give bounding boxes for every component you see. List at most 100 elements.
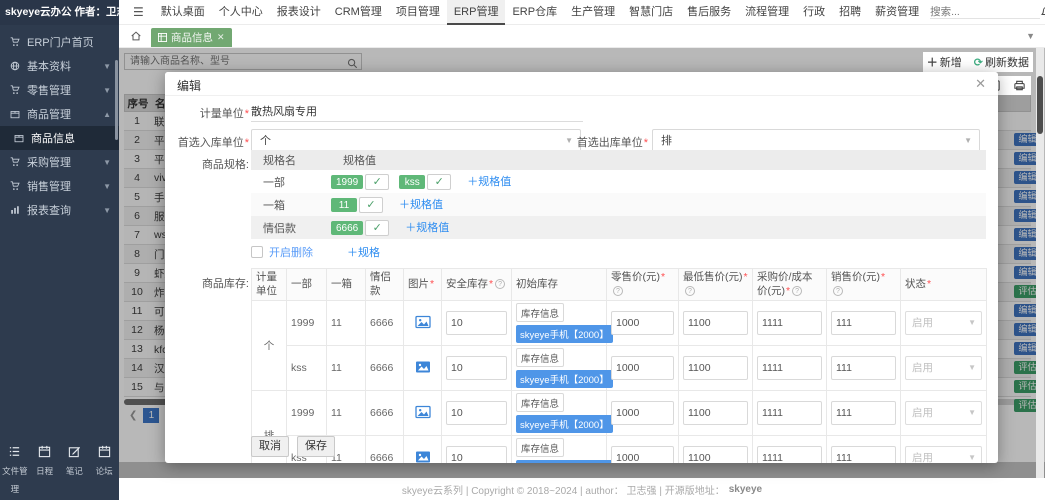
- print-icon[interactable]: [1013, 79, 1026, 92]
- check-icon[interactable]: ✓: [359, 197, 383, 213]
- nav-item-默认桌面[interactable]: 默认桌面: [154, 0, 212, 25]
- quick-笔记[interactable]: 笔记: [60, 445, 90, 497]
- check-icon[interactable]: ✓: [427, 174, 451, 190]
- retail-price-input[interactable]: [611, 446, 674, 463]
- min-price-input[interactable]: [683, 356, 748, 380]
- sale-price-input[interactable]: [831, 446, 896, 463]
- retail-price-input[interactable]: [611, 311, 674, 335]
- sale-price-input[interactable]: [831, 356, 896, 380]
- warehouse-badge[interactable]: skyeye手机【2000】: [516, 370, 613, 388]
- sidebar-item-销售管理[interactable]: 销售管理▼: [0, 174, 119, 198]
- add-button[interactable]: ＋新增: [927, 54, 962, 70]
- sidebar-item-零售管理[interactable]: 零售管理▼: [0, 78, 119, 102]
- warehouse-badge[interactable]: skyeye手机【2000】: [516, 460, 613, 463]
- enable-delete-label: 开启删除: [269, 244, 313, 260]
- warehouse-badge[interactable]: skyeye手机【2000】: [516, 325, 613, 343]
- cancel-button[interactable]: 取消: [251, 436, 289, 457]
- cost-price-input[interactable]: [757, 401, 822, 425]
- nav-item-ERP仓库[interactable]: ERP仓库: [505, 0, 564, 25]
- stock-info-button[interactable]: 库存信息: [516, 438, 564, 457]
- image-outline-icon[interactable]: [415, 410, 431, 422]
- sale-price-input[interactable]: [831, 311, 896, 335]
- unit-input[interactable]: [251, 101, 583, 122]
- check-icon[interactable]: ✓: [365, 220, 389, 236]
- hamburger-icon[interactable]: ☰: [119, 5, 154, 19]
- nav-item-CRM管理[interactable]: CRM管理: [328, 0, 389, 25]
- close-icon[interactable]: ✕: [975, 76, 986, 92]
- sidebar-item-label: ERP门户首页: [27, 34, 94, 50]
- collapse-caret-icon[interactable]: ▼: [1026, 31, 1035, 41]
- status-select[interactable]: 启用▼: [905, 356, 982, 380]
- stock-row: kss116666库存信息skyeye手机【2000】启用▼: [252, 436, 987, 464]
- sidebar-item-商品管理[interactable]: 商品管理▲: [0, 102, 119, 126]
- add-spec-value-link[interactable]: ＋规格值: [467, 176, 511, 188]
- nav-item-报表设计[interactable]: 报表设计: [270, 0, 328, 25]
- stock-info-button[interactable]: 库存信息: [516, 393, 564, 412]
- nav-item-生产管理[interactable]: 生产管理: [564, 0, 622, 25]
- save-button[interactable]: 保存: [297, 436, 335, 457]
- stock-spec2: 11: [327, 301, 366, 346]
- stock-col-header: 采购价/成本价(元)*?: [753, 269, 827, 301]
- tab-close-icon[interactable]: ✕: [217, 32, 225, 43]
- refresh-button[interactable]: ⟳刷新数据: [974, 54, 1029, 70]
- warehouse-badge[interactable]: skyeye手机【2000】: [516, 415, 613, 433]
- quick-论坛[interactable]: 论坛: [89, 445, 119, 497]
- nav-item-流程管理[interactable]: 流程管理: [738, 0, 796, 25]
- nav-item-项目管理[interactable]: 项目管理: [389, 0, 447, 25]
- stock-spec1: kss: [287, 346, 327, 391]
- sidebar-scrollbar[interactable]: [115, 60, 118, 140]
- image-filled-icon[interactable]: [415, 455, 431, 464]
- status-select[interactable]: 启用▼: [905, 401, 982, 425]
- home-tab-icon[interactable]: [125, 27, 147, 45]
- retail-price-input[interactable]: [611, 401, 674, 425]
- sidebar-item-基本资料[interactable]: 基本资料▼: [0, 54, 119, 78]
- check-icon[interactable]: ✓: [365, 174, 389, 190]
- retail-price-input[interactable]: [611, 356, 674, 380]
- tab-product-info[interactable]: 商品信息 ✕: [151, 28, 232, 47]
- vertical-scrollbar[interactable]: [1036, 48, 1044, 478]
- min-price-input[interactable]: [683, 401, 748, 425]
- quick-文件管理[interactable]: 文件管理: [0, 445, 30, 497]
- add-spec-value-link[interactable]: ＋规格值: [405, 222, 449, 234]
- quick-日程[interactable]: 日程: [30, 445, 60, 497]
- help-icon[interactable]: ?: [685, 286, 695, 296]
- cost-price-input[interactable]: [757, 311, 822, 335]
- enable-delete-checkbox[interactable]: [251, 246, 263, 258]
- help-icon[interactable]: ?: [792, 286, 802, 296]
- sidebar-item-ERP门户首页[interactable]: ERP门户首页: [0, 30, 119, 54]
- brand-link[interactable]: skyeye: [729, 484, 762, 495]
- help-icon[interactable]: ?: [613, 286, 623, 296]
- add-spec-value-link[interactable]: ＋规格值: [399, 199, 443, 211]
- safe-stock-input[interactable]: [446, 311, 507, 335]
- nav-item-行政[interactable]: 行政: [796, 0, 832, 25]
- bell-icon[interactable]: [1040, 6, 1045, 19]
- safe-stock-input[interactable]: [446, 356, 507, 380]
- vscroll-thumb[interactable]: [1037, 76, 1043, 134]
- stock-info-button[interactable]: 库存信息: [516, 348, 564, 367]
- safe-stock-input[interactable]: [446, 401, 507, 425]
- cost-price-input[interactable]: [757, 356, 822, 380]
- min-price-input[interactable]: [683, 446, 748, 463]
- sidebar-item-商品信息[interactable]: 商品信息: [0, 126, 119, 150]
- nav-item-售后服务[interactable]: 售后服务: [680, 0, 738, 25]
- nav-item-智慧门店[interactable]: 智慧门店: [622, 0, 680, 25]
- help-icon[interactable]: ?: [495, 279, 505, 289]
- help-icon[interactable]: ?: [833, 286, 843, 296]
- nav-item-薪资管理[interactable]: 薪资管理: [868, 0, 926, 25]
- safe-stock-input[interactable]: [446, 446, 507, 463]
- status-select[interactable]: 启用▼: [905, 311, 982, 335]
- stock-info-button[interactable]: 库存信息: [516, 303, 564, 322]
- nav-item-招聘[interactable]: 招聘: [832, 0, 868, 25]
- image-filled-icon[interactable]: [415, 365, 431, 377]
- status-select[interactable]: 启用▼: [905, 446, 982, 463]
- min-price-input[interactable]: [683, 311, 748, 335]
- sidebar-item-采购管理[interactable]: 采购管理▼: [0, 150, 119, 174]
- sidebar-item-报表查询[interactable]: 报表查询▼: [0, 198, 119, 222]
- sale-price-input[interactable]: [831, 401, 896, 425]
- cost-price-input[interactable]: [757, 446, 822, 463]
- global-search-input[interactable]: [930, 6, 1040, 19]
- nav-item-个人中心[interactable]: 个人中心: [212, 0, 270, 25]
- add-spec-link[interactable]: ＋规格: [347, 244, 380, 260]
- image-outline-icon[interactable]: [415, 320, 431, 332]
- nav-item-ERP管理[interactable]: ERP管理: [447, 0, 506, 25]
